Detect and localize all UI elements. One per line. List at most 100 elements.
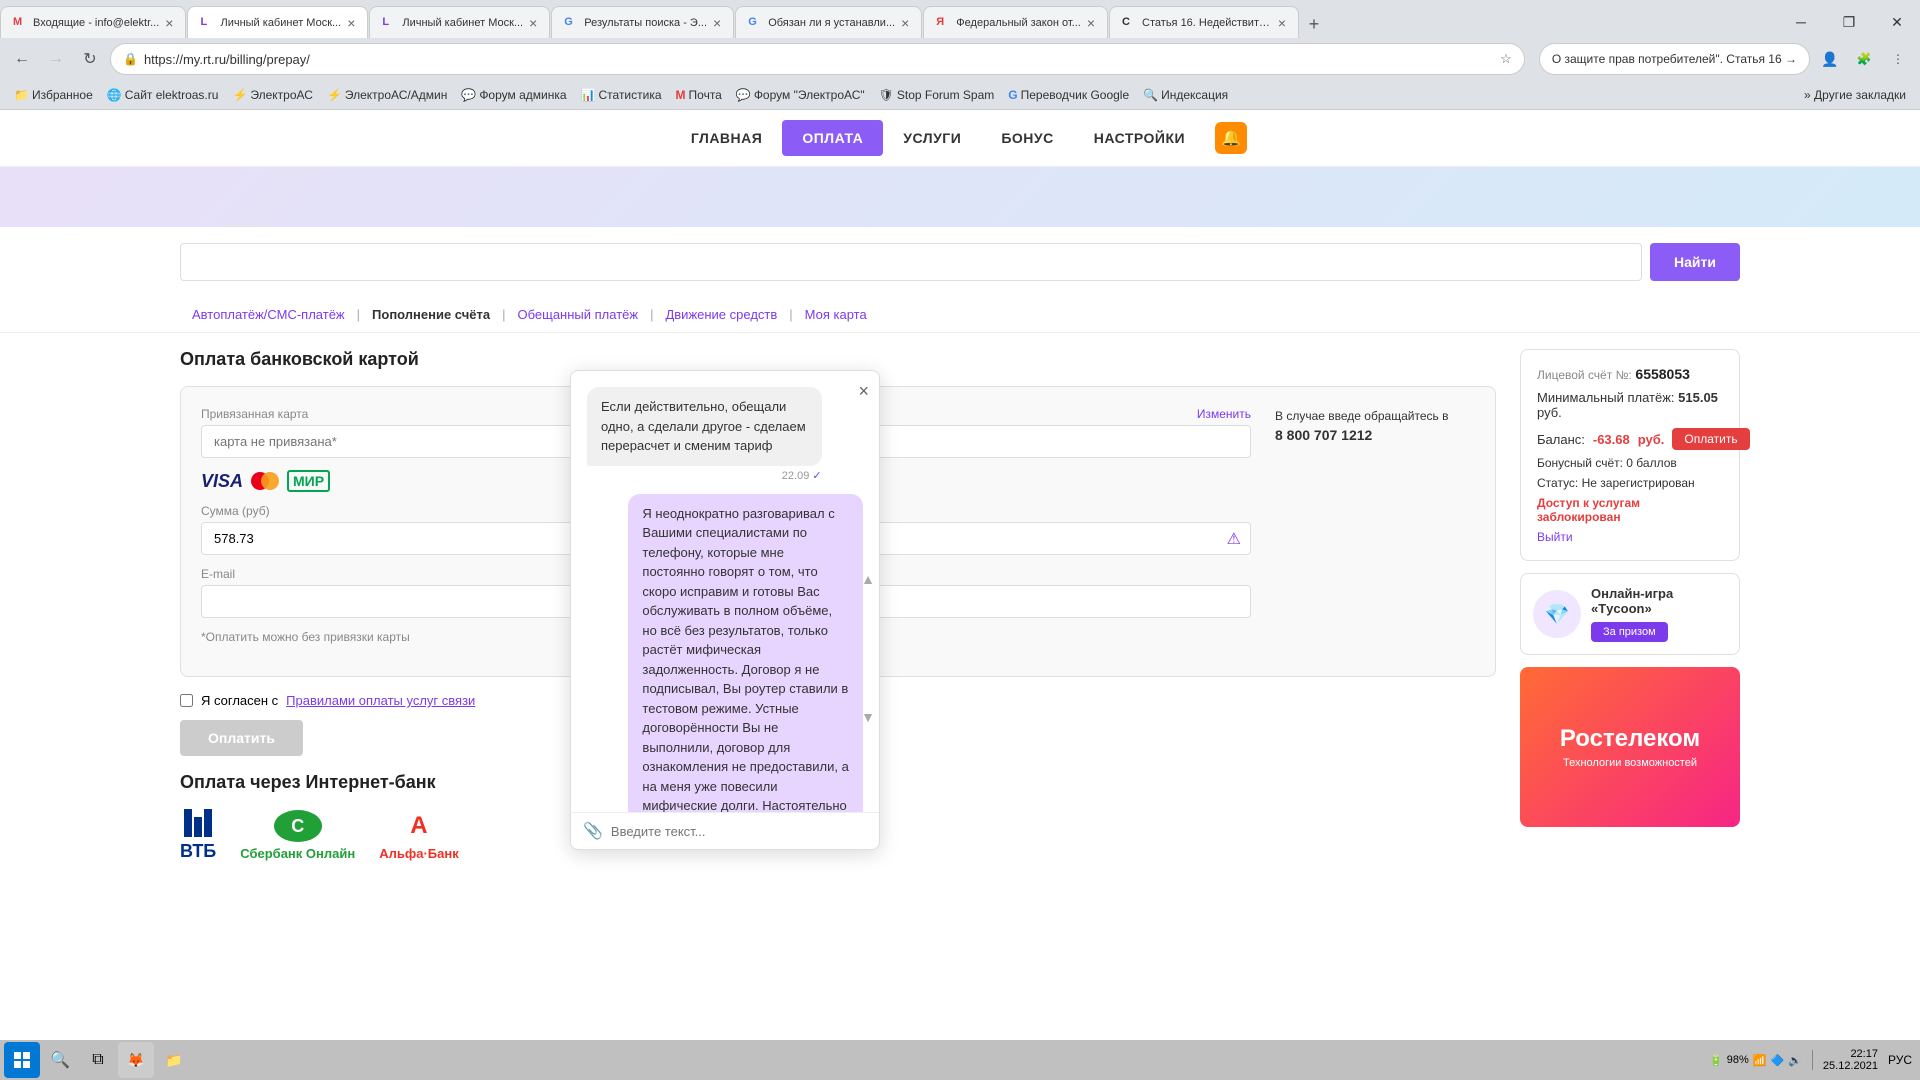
nav-uslugi[interactable]: УСЛУГИ: [883, 120, 981, 156]
notification-icon[interactable]: 🔔: [1213, 120, 1249, 156]
bookmarks-more-button[interactable]: » Другие закладки: [1798, 86, 1912, 104]
tab-1[interactable]: M Входящие - info@elektr... ×: [0, 6, 186, 38]
tab-close-1[interactable]: ×: [165, 15, 173, 31]
change-card-link[interactable]: Изменить: [1197, 407, 1251, 421]
bookmark-icon-6: M: [676, 88, 686, 102]
firefox-icon: 🦊: [127, 1052, 144, 1069]
tab-5[interactable]: G Обязан ли я устанавли... ×: [735, 6, 922, 38]
seen-icon: ✓: [812, 470, 821, 482]
menu-icon[interactable]: ⋮: [1884, 45, 1912, 73]
start-button[interactable]: [4, 1042, 40, 1078]
close-button[interactable]: ✕: [1874, 6, 1920, 38]
account-number: 6558053: [1635, 366, 1690, 382]
page-content: ГЛАВНАЯ ОПЛАТА УСЛУГИ БОНУС НАСТРОЙКИ 🔔 …: [0, 110, 1920, 1080]
bookmark-icon-9: G: [1008, 88, 1017, 102]
tab-close-5[interactable]: ×: [901, 15, 909, 31]
tab-close-3[interactable]: ×: [529, 15, 537, 31]
nav-glavnaya[interactable]: ГЛАВНАЯ: [671, 120, 782, 156]
bookmark-index[interactable]: 🔍 Индексация: [1137, 86, 1234, 104]
balance-unit: руб.: [1638, 432, 1665, 447]
tab-6[interactable]: Я Федеральный закон от... ×: [923, 6, 1108, 38]
taskbar-files[interactable]: 📁: [156, 1042, 192, 1078]
date-display: 25.12.2021: [1823, 1060, 1878, 1072]
taskbar: 🔍 ⧉ 🦊 📁 🔋 98% 📶 🔷 🔊 22:17 25.12.2021 РУС: [0, 1040, 1920, 1080]
sub-nav-movements[interactable]: Движение средств: [653, 303, 789, 326]
extensions-icon[interactable]: 🧩: [1850, 45, 1878, 73]
chat-message-2: Я неоднократно разговаривал с Вашими спе…: [628, 494, 863, 813]
new-tab-button[interactable]: +: [1300, 10, 1328, 38]
agree-checkbox[interactable]: [180, 694, 193, 707]
tab-close-6[interactable]: ×: [1087, 15, 1095, 31]
tab-4[interactable]: G Результаты поиска - Э... ×: [551, 6, 734, 38]
restore-button[interactable]: ❐: [1826, 6, 1872, 38]
min-payment-row: Минимальный платёж: 515.05 руб.: [1537, 390, 1723, 420]
pay-now-button[interactable]: Оплатить: [1672, 428, 1749, 450]
bookmark-label-1: Сайт elektroas.ru: [125, 88, 219, 102]
refresh-button[interactable]: ↻: [76, 45, 104, 73]
terms-link[interactable]: Правилами оплаты услуг связи: [286, 693, 475, 708]
tab-7[interactable]: С Статья 16. Недействите... ×: [1109, 6, 1299, 38]
tab-close-2[interactable]: ×: [347, 15, 355, 31]
bookmark-forum-admin[interactable]: 💬 Форум админка: [455, 86, 572, 104]
chat-input[interactable]: [611, 824, 867, 839]
attach-icon[interactable]: 📎: [583, 821, 603, 841]
nav-bonus[interactable]: БОНУС: [981, 120, 1073, 156]
sub-nav-mycard[interactable]: Моя карта: [793, 303, 879, 326]
search-button[interactable]: Найти: [1650, 243, 1740, 281]
bookmark-elektro[interactable]: ⚡ ЭлектроАС: [226, 86, 319, 104]
tab-2[interactable]: L Личный кабинет Моск... ×: [187, 6, 368, 38]
bookmark-stat[interactable]: 📊 Статистика: [575, 86, 668, 104]
ad-icon: 💎: [1533, 590, 1581, 638]
bookmark-label-4: Форум админка: [479, 88, 566, 102]
battery-icon: 🔋: [1709, 1054, 1723, 1067]
star-icon[interactable]: ☆: [1500, 51, 1512, 67]
tray-divider: [1812, 1050, 1813, 1070]
site-nav: ГЛАВНАЯ ОПЛАТА УСЛУГИ БОНУС НАСТРОЙКИ 🔔: [0, 110, 1920, 167]
chat-overlay: × Если действительно, обещали одно, а сд…: [570, 370, 880, 850]
minimize-button[interactable]: ─: [1778, 6, 1824, 38]
bookmark-izbrannoye[interactable]: 📁 Избранное: [8, 86, 99, 104]
alfabank-logo[interactable]: А Альфа·Банк: [379, 810, 459, 861]
profile-icon[interactable]: 👤: [1816, 45, 1844, 73]
taskbar-search[interactable]: 🔍: [42, 1042, 78, 1078]
rt-ad[interactable]: Ростелеком Технологии возможностей: [1520, 667, 1740, 827]
sberbank-logo[interactable]: С Сбербанк Онлайн: [240, 810, 355, 861]
sub-nav-promised[interactable]: Обещанный платёж: [505, 303, 650, 326]
address-bar[interactable]: 🔒 https://my.rt.ru/billing/prepay/ ☆: [110, 43, 1525, 75]
tab-close-7[interactable]: ×: [1278, 15, 1286, 31]
back-button[interactable]: ←: [8, 45, 36, 73]
ad-button[interactable]: За призом: [1591, 622, 1668, 642]
bookmark-label-7: Форум "ЭлектроАС": [754, 88, 865, 102]
tab-favicon-2: L: [200, 16, 214, 30]
nav-oplata[interactable]: ОПЛАТА: [782, 120, 883, 156]
chat-scrollbar[interactable]: ▲ ▼: [861, 571, 875, 725]
tab-close-4[interactable]: ×: [713, 15, 721, 31]
bookmark-translate[interactable]: G Переводчик Google: [1002, 86, 1135, 104]
call-info: В случае введе обращайтесь в 8 800 707 1…: [1275, 407, 1475, 446]
bookmark-forum[interactable]: 💬 Форум "ЭлектроАС": [730, 86, 871, 104]
search-input[interactable]: [180, 243, 1642, 281]
vtb-logo[interactable]: ВТБ: [180, 809, 216, 862]
bookmark-sayt[interactable]: 🌐 Сайт elektroas.ru: [101, 86, 225, 104]
bookmark-mail[interactable]: M Почта: [670, 86, 728, 104]
search-suggestion[interactable]: О защите прав потребителей". Статья 16 →: [1539, 43, 1810, 75]
bookmark-stopspam[interactable]: 🛡 Stop Forum Spam: [873, 86, 1001, 104]
sub-nav-autopay[interactable]: Автоплатёж/СМС-платёж: [180, 303, 357, 326]
bookmark-admin[interactable]: ⚡ ЭлектроАС/Админ: [321, 86, 453, 104]
bookmark-label-5: Статистика: [599, 88, 662, 102]
sub-nav-topup[interactable]: Пополнение счёта: [360, 303, 502, 326]
forward-button[interactable]: →: [42, 45, 70, 73]
nav-nastroyki[interactable]: НАСТРОЙКИ: [1074, 120, 1205, 156]
taskbar-app-1[interactable]: ⧉: [80, 1042, 116, 1078]
bookmark-icon-5: 📊: [581, 88, 596, 102]
tab-3[interactable]: L Личный кабинет Моск... ×: [369, 6, 550, 38]
pay-button[interactable]: Оплатить: [180, 720, 303, 756]
address-bar-actions: ☆: [1500, 51, 1512, 67]
keyboard-layout[interactable]: РУС: [1884, 1053, 1916, 1067]
bookmark-icon-4: 💬: [461, 88, 476, 102]
tab-title-3: Личный кабинет Моск...: [402, 17, 523, 29]
taskbar-browser[interactable]: 🦊: [118, 1042, 154, 1078]
payment-info: В случае введе обращайтесь в 8 800 707 1…: [1275, 407, 1475, 656]
chat-close-button[interactable]: ×: [858, 381, 869, 402]
logout-link[interactable]: Выйти: [1537, 530, 1723, 544]
